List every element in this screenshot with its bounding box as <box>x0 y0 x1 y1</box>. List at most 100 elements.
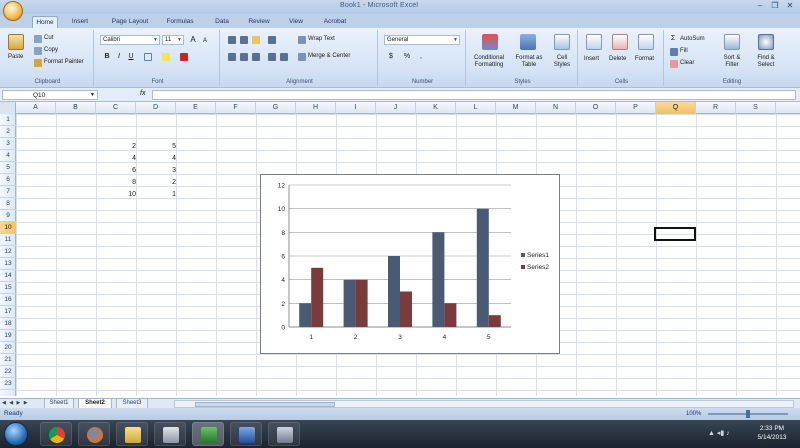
taskbar-firefox[interactable] <box>78 422 110 446</box>
cell-C7[interactable]: 10 <box>100 191 136 198</box>
column-header-S[interactable]: S <box>736 102 776 114</box>
column-header-F[interactable]: F <box>216 102 256 114</box>
select-all-corner[interactable] <box>0 102 16 114</box>
cell-D4[interactable]: 4 <box>140 155 176 162</box>
delete-button[interactable]: Delete <box>609 56 626 62</box>
align-right-icon[interactable] <box>252 53 260 61</box>
row-header-14[interactable]: 14 <box>0 270 16 282</box>
column-header-P[interactable]: P <box>616 102 656 114</box>
column-header-H[interactable]: H <box>296 102 336 114</box>
align-middle-icon[interactable] <box>240 36 248 44</box>
tab-page-layout[interactable]: Page Layout <box>104 16 156 28</box>
row-header-19[interactable]: 19 <box>0 330 16 342</box>
grow-font-button[interactable]: A <box>188 35 198 45</box>
restore-button[interactable]: ❐ <box>769 1 781 11</box>
row-header-15[interactable]: 15 <box>0 282 16 294</box>
embedded-chart[interactable]: 0 2 4 6 8 10 12 1 2 3 4 5 Series1 Series2 <box>260 174 560 354</box>
row-header-23[interactable]: 23 <box>0 378 16 390</box>
column-header-A[interactable]: A <box>16 102 56 114</box>
row-header-11[interactable]: 11 <box>0 234 16 246</box>
row-header-17[interactable]: 17 <box>0 306 16 318</box>
number-format-select[interactable]: General ▼ <box>384 35 460 45</box>
taskbar-excel[interactable] <box>192 422 224 446</box>
paste-button[interactable]: Paste <box>8 54 23 60</box>
taskbar-app[interactable] <box>154 422 186 446</box>
row-header-16[interactable]: 16 <box>0 294 16 306</box>
row-header-20[interactable]: 20 <box>0 342 16 354</box>
shrink-font-button[interactable]: A <box>200 36 210 46</box>
cell-D5[interactable]: 3 <box>140 167 176 174</box>
format-table-button[interactable]: Format as Table <box>512 55 546 69</box>
minimize-button[interactable]: – <box>754 1 766 11</box>
row-header-12[interactable]: 12 <box>0 246 16 258</box>
tab-review[interactable]: Review <box>244 16 274 28</box>
align-bottom-icon[interactable] <box>252 36 260 44</box>
row-header-6[interactable]: 6 <box>0 174 16 186</box>
row-header-8[interactable]: 8 <box>0 198 16 210</box>
tab-home[interactable]: Home <box>32 16 58 28</box>
taskbar-word[interactable] <box>230 422 262 446</box>
column-header-B[interactable]: B <box>56 102 96 114</box>
tab-data[interactable]: Data <box>210 16 234 28</box>
column-header-I[interactable]: I <box>336 102 376 114</box>
find-select-button[interactable]: Find & Select <box>750 55 782 69</box>
row-header-13[interactable]: 13 <box>0 258 16 270</box>
format-painter-button[interactable]: Format Painter <box>44 59 84 65</box>
taskbar-explorer[interactable] <box>116 422 148 446</box>
taskbar-chrome[interactable] <box>40 422 72 446</box>
active-cell-Q10[interactable] <box>654 227 696 241</box>
comma-button[interactable]: , <box>416 52 426 62</box>
column-header-J[interactable]: J <box>376 102 416 114</box>
insert-function-button[interactable]: fx <box>140 90 145 97</box>
start-button[interactable] <box>4 422 28 446</box>
sort-filter-button[interactable]: Sort & Filter <box>718 55 746 69</box>
copy-button[interactable]: Copy <box>44 47 58 53</box>
fill-button[interactable]: Fill <box>680 48 688 54</box>
row-header-2[interactable]: 2 <box>0 126 16 138</box>
insert-button[interactable]: Insert <box>584 56 599 62</box>
borders-icon[interactable] <box>144 53 152 61</box>
row-header-18[interactable]: 18 <box>0 318 16 330</box>
column-header-M[interactable]: M <box>496 102 536 114</box>
cell-D6[interactable]: 2 <box>140 179 176 186</box>
tab-acrobat[interactable]: Acrobat <box>318 16 352 28</box>
zoom-level[interactable]: 100% <box>686 411 701 417</box>
bold-button[interactable]: B <box>102 52 112 62</box>
row-header-5[interactable]: 5 <box>0 162 16 174</box>
font-name-select[interactable]: Calibri ▼ <box>100 35 160 45</box>
align-left-icon[interactable] <box>228 53 236 61</box>
column-header-K[interactable]: K <box>416 102 456 114</box>
increase-indent-icon[interactable] <box>280 53 288 61</box>
column-header-Q[interactable]: Q <box>656 102 696 114</box>
align-top-icon[interactable] <box>228 36 236 44</box>
row-header-1[interactable]: 1 <box>0 114 16 126</box>
system-tray[interactable]: ▲ ◂▮ ♪ <box>708 429 730 437</box>
fill-color-icon[interactable] <box>162 53 170 61</box>
font-color-icon[interactable] <box>180 53 188 61</box>
row-header-4[interactable]: 4 <box>0 150 16 162</box>
cell-C6[interactable]: 8 <box>100 179 136 186</box>
cut-button[interactable]: Cut <box>44 35 53 41</box>
tab-view[interactable]: View <box>284 16 308 28</box>
zoom-slider-knob[interactable] <box>746 410 750 418</box>
close-button[interactable]: ✕ <box>784 1 796 11</box>
cell-D3[interactable]: 5 <box>140 143 176 150</box>
cell-C3[interactable]: 2 <box>100 143 136 150</box>
formula-input[interactable] <box>152 90 796 100</box>
column-header-R[interactable]: R <box>696 102 736 114</box>
row-header-21[interactable]: 21 <box>0 354 16 366</box>
cell-C5[interactable]: 6 <box>100 167 136 174</box>
cell-styles-button[interactable]: Cell Styles <box>548 55 576 69</box>
clear-button[interactable]: Clear <box>680 60 694 66</box>
name-box[interactable]: Q10 ▼ <box>2 90 98 100</box>
align-center-icon[interactable] <box>240 53 248 61</box>
decrease-indent-icon[interactable] <box>268 53 276 61</box>
column-header-N[interactable]: N <box>536 102 576 114</box>
horizontal-scrollbar[interactable] <box>174 400 794 408</box>
row-header-3[interactable]: 3 <box>0 138 16 150</box>
conditional-formatting-button[interactable]: Conditional Formatting <box>470 55 508 69</box>
column-header-C[interactable]: C <box>96 102 136 114</box>
wrap-text-button[interactable]: Wrap Text <box>308 36 335 42</box>
sheet-nav-arrows[interactable]: ◀ ◀ ▶ ▶ <box>2 400 29 406</box>
percent-button[interactable]: % <box>402 52 412 62</box>
